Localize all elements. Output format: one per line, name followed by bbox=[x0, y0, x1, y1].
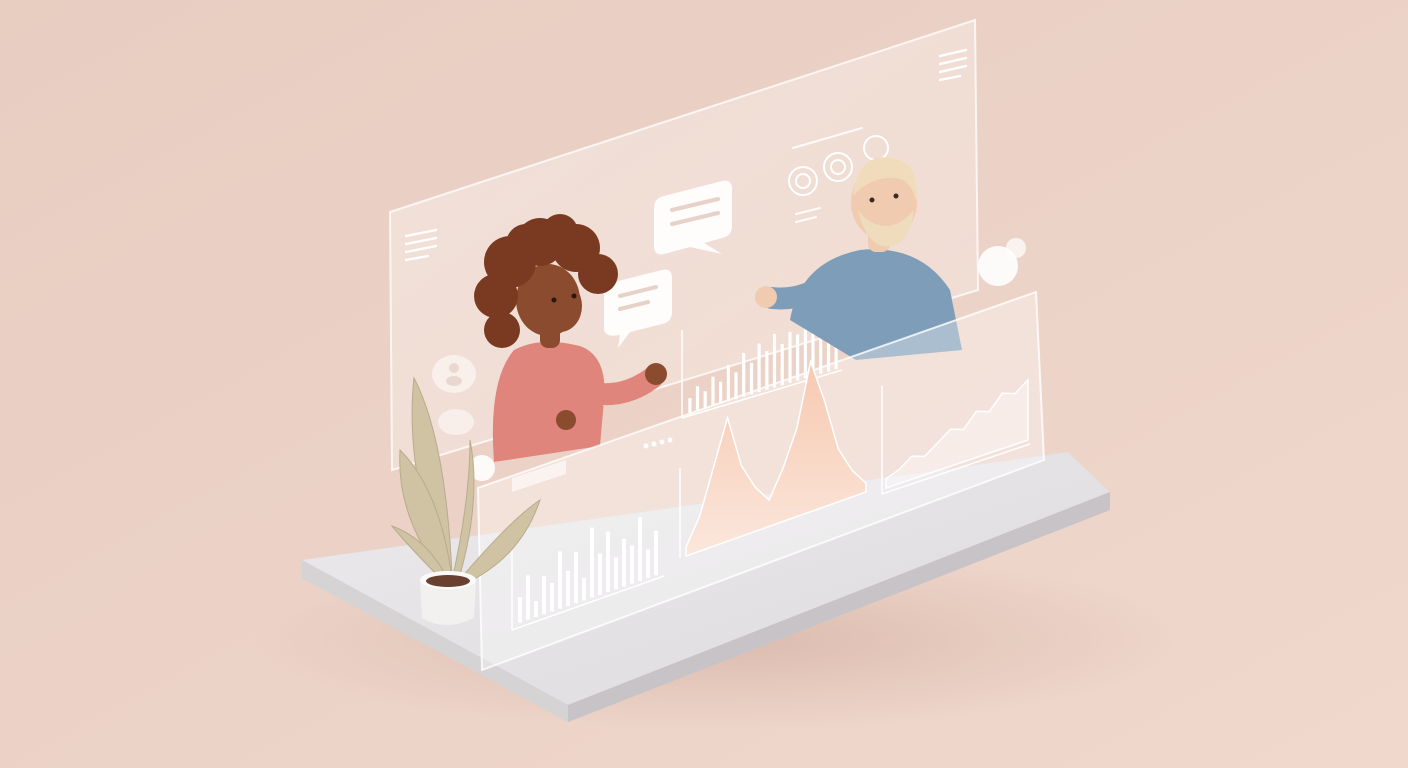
chart-bar bbox=[734, 372, 738, 400]
chart-bar bbox=[534, 601, 538, 617]
chart-bar bbox=[622, 538, 626, 587]
scene bbox=[0, 0, 1408, 768]
chart-bar bbox=[749, 362, 754, 395]
chart-bar bbox=[711, 376, 715, 406]
chart-bar bbox=[719, 381, 723, 404]
chart-bar bbox=[542, 576, 546, 615]
chart-bar bbox=[558, 551, 562, 609]
chart-bar bbox=[788, 331, 792, 383]
chart-bar bbox=[566, 570, 570, 606]
chart-bar bbox=[695, 386, 700, 411]
chart-bar bbox=[765, 350, 769, 390]
chart-bar bbox=[654, 530, 658, 576]
chart-bar bbox=[638, 517, 642, 581]
chart-bar bbox=[803, 322, 807, 379]
user-icon bbox=[432, 355, 476, 393]
chart-bar bbox=[590, 527, 594, 598]
chart-bar bbox=[703, 391, 707, 409]
chart-bar bbox=[606, 531, 610, 593]
chart-bar bbox=[742, 352, 746, 397]
chart-bar bbox=[772, 334, 777, 388]
chart-bar bbox=[582, 578, 586, 601]
chart-bar bbox=[526, 575, 530, 620]
chart-bar bbox=[796, 334, 800, 381]
chart-bar bbox=[574, 552, 578, 604]
chart-bar bbox=[757, 343, 761, 393]
chart-bar bbox=[646, 549, 650, 579]
chart-bar bbox=[630, 545, 634, 584]
chart-bar bbox=[688, 398, 692, 413]
toggle-pill bbox=[438, 409, 474, 435]
chart-bar bbox=[614, 557, 618, 590]
chart-bar bbox=[598, 553, 602, 595]
chart-bar bbox=[550, 582, 554, 612]
chart-bar bbox=[726, 364, 730, 402]
chart-bar bbox=[518, 597, 522, 623]
chart-bar bbox=[780, 343, 784, 386]
